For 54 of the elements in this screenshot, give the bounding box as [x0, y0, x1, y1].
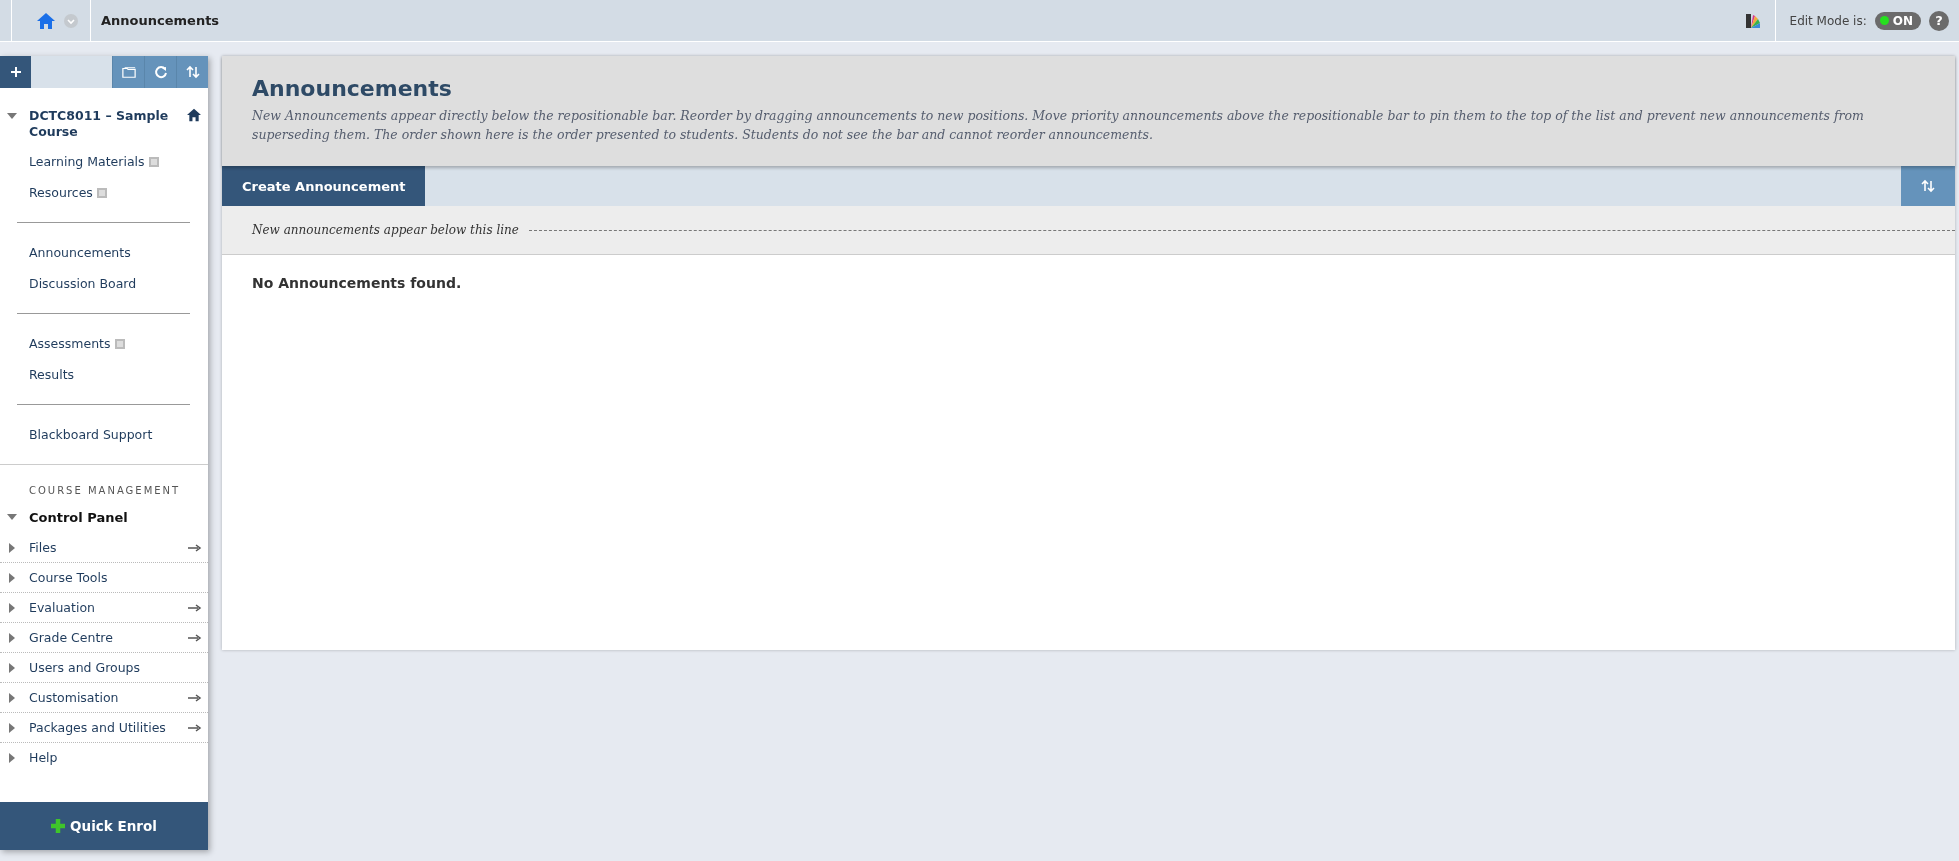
menu-link[interactable]: Assessments	[29, 336, 111, 351]
arrow-right-icon[interactable]	[188, 603, 202, 612]
reorder-button[interactable]	[1901, 166, 1955, 206]
arrow-right-icon[interactable]	[188, 633, 202, 642]
arrow-right-icon[interactable]	[188, 723, 202, 732]
up-down-arrows-icon	[185, 65, 200, 79]
section-heading: COURSE MANAGEMENT	[28, 484, 182, 496]
color-swatch-icon[interactable]	[1744, 12, 1761, 29]
edit-mode-label: Edit Mode is:	[1789, 13, 1867, 28]
plus-icon	[51, 819, 66, 833]
menu-link[interactable]: Resources	[29, 185, 93, 200]
control-panel-link[interactable]: Help	[29, 750, 58, 765]
quick-enrol-button[interactable]: Quick Enrol	[0, 802, 208, 850]
home-icon[interactable]	[36, 11, 56, 30]
page-heading: Announcements	[252, 76, 453, 101]
folder-icon	[121, 65, 136, 79]
arrow-right-icon[interactable]	[188, 693, 202, 702]
control-panel-link[interactable]: Grade Centre	[29, 630, 113, 645]
menu-link[interactable]: Results	[29, 367, 75, 382]
control-panel-link[interactable]: Customisation	[29, 690, 119, 705]
expand-triangle-icon[interactable]	[9, 632, 15, 643]
edit-mode-toggle[interactable]: ON	[1874, 11, 1921, 30]
expand-triangle-icon[interactable]	[9, 572, 15, 583]
create-announcement-button[interactable]: Create Announcement	[222, 166, 426, 206]
expand-triangle-icon[interactable]	[9, 752, 15, 763]
page-title: Announcements	[100, 13, 220, 28]
control-panel-link[interactable]: Packages and Utilities	[29, 720, 166, 735]
plus-icon	[9, 66, 22, 78]
expand-triangle-icon[interactable]	[9, 542, 15, 553]
arrow-right-icon[interactable]	[188, 543, 202, 552]
refresh-icon	[153, 65, 168, 79]
expand-triangle-icon[interactable]	[9, 602, 15, 613]
add-menu-item-button[interactable]	[0, 56, 31, 88]
page-description: New Announcements appear directly below the repositionable bar. Reorder by dragging announcements to new positions. Move priority announcements above the repositionable bar to pin them to the top of the list and prevent new announcements from superseding them. The order shown here is the order presented to students. Students do not see the bar and cannot reorder announcements.	[252, 107, 1865, 144]
menu-link[interactable]: Announcements	[29, 245, 131, 260]
up-down-arrows-icon	[1921, 179, 1935, 193]
menu-link[interactable]: Blackboard Support	[29, 427, 153, 442]
control-panel-link[interactable]: Course Tools	[29, 570, 108, 585]
control-panel-link[interactable]: Files	[29, 540, 57, 555]
repositionable-bar-label: New announcements appear below this line	[252, 223, 519, 237]
menu-link[interactable]: Discussion Board	[29, 276, 137, 291]
control-panel-heading[interactable]: Control Panel	[29, 510, 128, 525]
help-button[interactable]: ?	[1929, 10, 1949, 31]
menu-link[interactable]: Learning Materials	[29, 154, 145, 169]
home-icon	[186, 108, 202, 122]
expand-triangle-icon[interactable]	[9, 692, 15, 703]
control-panel-link[interactable]: Users and Groups	[29, 660, 141, 675]
expand-triangle-icon[interactable]	[9, 662, 15, 673]
expand-triangle-icon[interactable]	[9, 722, 15, 733]
empty-message: No Announcements found.	[252, 275, 463, 291]
course-title-link[interactable]: DCTC8011 – Sample Course	[29, 108, 179, 140]
collapse-triangle-icon[interactable]	[7, 513, 17, 522]
collapse-triangle-icon[interactable]	[7, 113, 17, 121]
control-panel-link[interactable]: Evaluation	[29, 600, 95, 615]
